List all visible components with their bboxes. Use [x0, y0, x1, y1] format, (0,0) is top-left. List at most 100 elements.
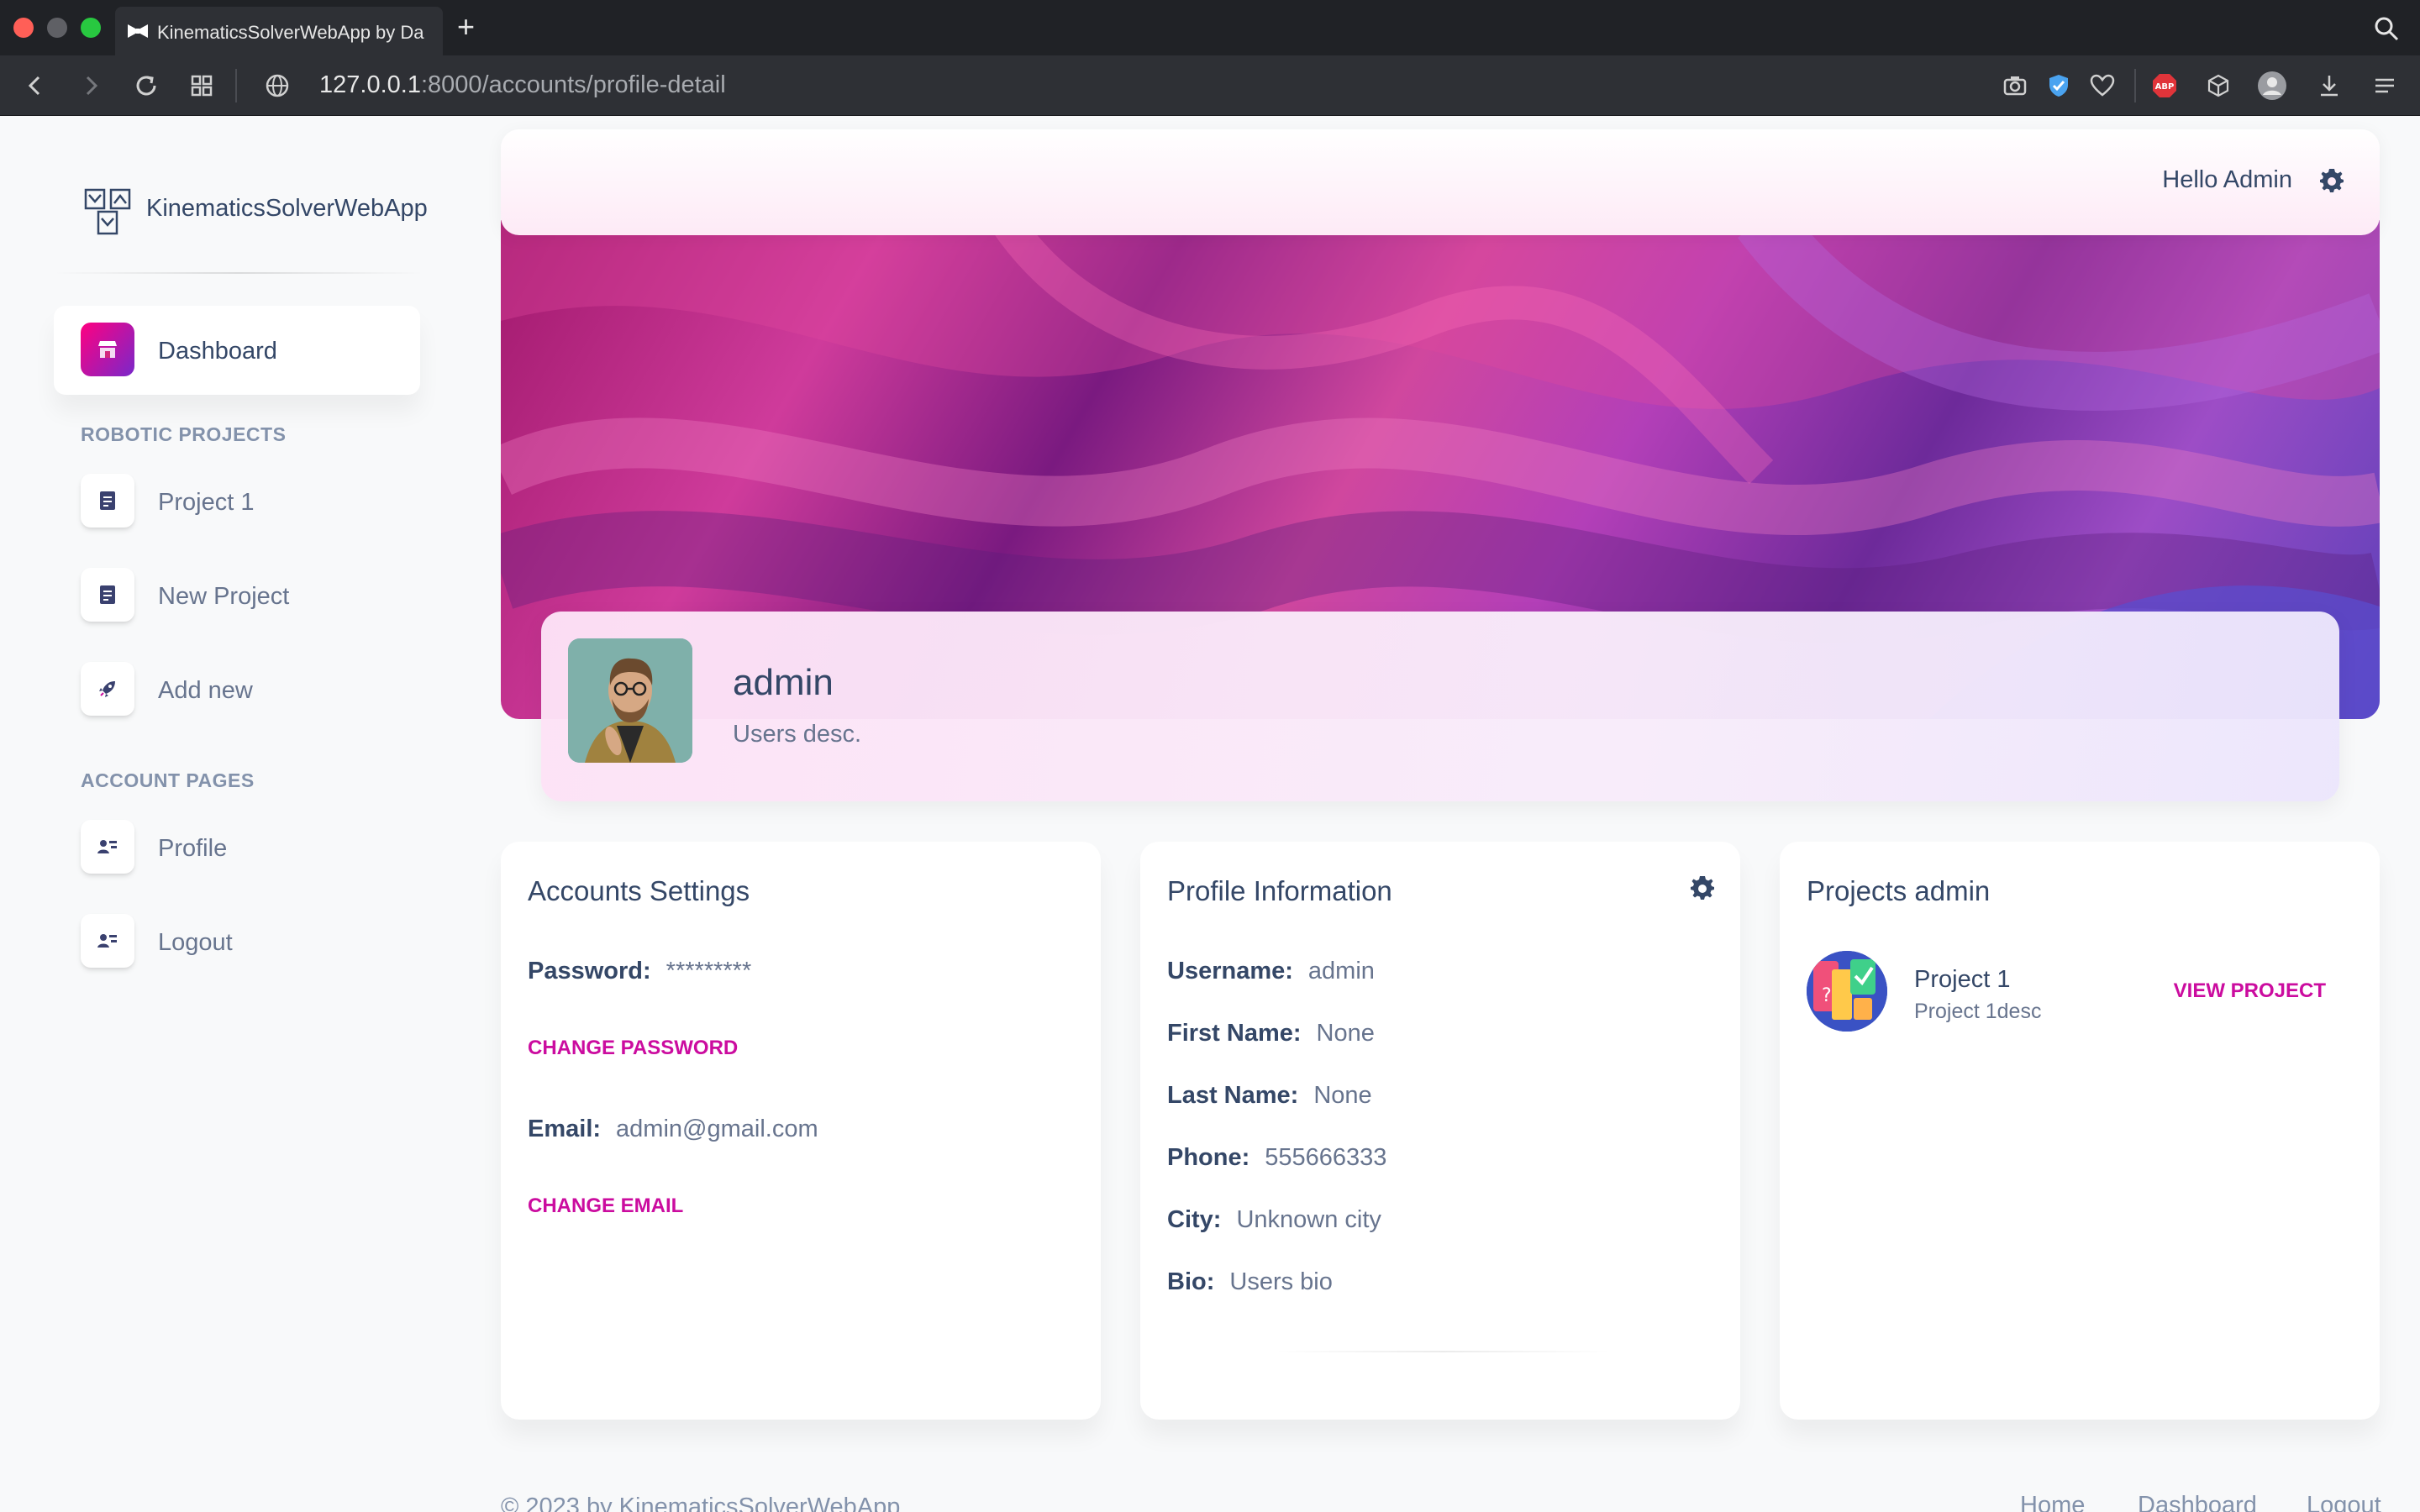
- new-tab-button[interactable]: +: [457, 12, 475, 42]
- info-value: 555666333: [1265, 1144, 1387, 1171]
- heart-icon[interactable]: [2089, 72, 2116, 99]
- profile-name: admin: [733, 662, 834, 703]
- info-label: Bio:: [1167, 1268, 1215, 1295]
- profile-information-card: Profile Information Username: admin First…: [1140, 842, 1740, 1420]
- accounts-settings-card: Accounts Settings Password: ********* CHA…: [501, 842, 1101, 1420]
- maximize-window-button[interactable]: [81, 18, 101, 38]
- sidebar-item-project-1[interactable]: Project 1: [54, 467, 420, 534]
- sidebar-item-dashboard[interactable]: Dashboard: [54, 306, 420, 395]
- tabs-grid-icon[interactable]: [188, 72, 215, 99]
- card-title: Accounts Settings: [528, 875, 750, 906]
- info-label: Last Name:: [1167, 1082, 1299, 1109]
- gear-icon[interactable]: [2319, 168, 2344, 193]
- sidebar: KinematicsSolverWebApp Dashboard ROBOTIC…: [50, 116, 437, 1512]
- globe-icon[interactable]: [264, 72, 291, 99]
- section-heading-robotic-projects: ROBOTIC PROJECTS: [81, 423, 287, 445]
- tab-title: KinematicsSolverWebApp by Da: [157, 22, 424, 43]
- bowtie-icon: [128, 24, 148, 38]
- sidebar-item-label: Profile: [158, 835, 228, 862]
- password-label: Password:: [528, 958, 651, 984]
- user-card-icon: [81, 820, 134, 874]
- view-project-button[interactable]: VIEW PROJECT: [2174, 979, 2326, 1003]
- download-icon[interactable]: [2316, 72, 2343, 99]
- greeting[interactable]: Hello Admin: [2162, 166, 2292, 194]
- toolbar-divider: [2134, 69, 2136, 102]
- project-name: Project 1: [1914, 966, 2011, 993]
- close-window-button[interactable]: [13, 18, 34, 38]
- minimize-window-button[interactable]: [47, 18, 67, 38]
- url-host: 127.0.0.1: [319, 71, 421, 98]
- footer-link-home[interactable]: Home: [2020, 1492, 2085, 1512]
- forward-icon[interactable]: [77, 72, 104, 99]
- card-title: Profile Information: [1167, 875, 1392, 906]
- document-icon: [81, 568, 134, 622]
- sidebar-divider: [54, 272, 424, 274]
- info-row-username: Username: admin: [1167, 958, 1375, 985]
- sidebar-item-add-new[interactable]: Add new: [54, 655, 420, 722]
- browser-tab-bar: KinematicsSolverWebApp by Da +: [0, 0, 2420, 55]
- info-label: First Name:: [1167, 1020, 1302, 1047]
- shield-check-icon[interactable]: [2045, 72, 2072, 99]
- address-bar[interactable]: 127.0.0.1:8000/accounts/profile-detail: [319, 71, 726, 99]
- info-row-first-name: First Name: None: [1167, 1020, 1375, 1047]
- rocket-icon: [81, 662, 134, 716]
- svg-text:?: ?: [1822, 985, 1832, 1006]
- project-list-item: ? Project 1 Project 1desc VIEW PROJECT: [1780, 842, 2380, 1060]
- user-card-icon: [81, 914, 134, 968]
- email-value: admin@gmail.com: [616, 1116, 818, 1142]
- info-label: City:: [1167, 1206, 1222, 1233]
- toolbar-divider: [235, 69, 237, 102]
- info-row-bio: Bio: Users bio: [1167, 1268, 1333, 1296]
- sidebar-item-label: Logout: [158, 929, 233, 956]
- profile-header-card: admin Users desc.: [541, 612, 2339, 801]
- change-password-link[interactable]: CHANGE PASSWORD: [528, 1037, 738, 1060]
- project-thumbnail[interactable]: ?: [1807, 951, 1887, 1032]
- info-value: Users bio: [1229, 1268, 1333, 1295]
- browser-navbar: 127.0.0.1:8000/accounts/profile-detail A…: [0, 55, 2420, 116]
- camera-icon[interactable]: [2002, 72, 2028, 99]
- info-row-city: City: Unknown city: [1167, 1206, 1381, 1234]
- brand-name[interactable]: KinematicsSolverWebApp: [146, 195, 428, 223]
- info-value: None: [1313, 1082, 1372, 1109]
- shop-icon: [81, 323, 134, 376]
- avatar[interactable]: [568, 638, 692, 763]
- sidebar-item-label: New Project: [158, 583, 290, 610]
- email-label: Email:: [528, 1116, 602, 1142]
- top-navbar: Hello Admin: [501, 129, 2380, 235]
- gear-icon[interactable]: [1690, 875, 1715, 900]
- password-row: Password: *********: [528, 958, 751, 985]
- search-icon[interactable]: [2373, 15, 2400, 42]
- card-divider: [1275, 1351, 1611, 1352]
- projects-card: Projects admin ? Project 1 Project 1desc…: [1780, 842, 2380, 1420]
- reload-icon[interactable]: [133, 72, 160, 99]
- footer-link-logout[interactable]: Logout: [2307, 1492, 2381, 1512]
- back-icon[interactable]: [22, 72, 49, 99]
- browser-tab[interactable]: KinematicsSolverWebApp by Da: [115, 7, 443, 55]
- info-value: Unknown city: [1236, 1206, 1381, 1233]
- password-value: *********: [666, 958, 752, 984]
- footer-copyright: © 2023 by KinematicsSolverWebApp: [501, 1494, 901, 1512]
- sidebar-item-logout[interactable]: Logout: [54, 907, 420, 974]
- adblock-icon[interactable]: ABP: [2151, 72, 2178, 99]
- cube-icon[interactable]: [2205, 72, 2232, 99]
- profile-description: Users desc.: [733, 721, 862, 748]
- change-email-link[interactable]: CHANGE EMAIL: [528, 1194, 683, 1218]
- sidebar-item-new-project[interactable]: New Project: [54, 561, 420, 628]
- info-value: None: [1316, 1020, 1375, 1047]
- info-row-last-name: Last Name: None: [1167, 1082, 1372, 1110]
- info-label: Phone:: [1167, 1144, 1250, 1171]
- footer-link-dashboard[interactable]: Dashboard: [2138, 1492, 2257, 1512]
- url-path: :8000/accounts/profile-detail: [420, 71, 726, 98]
- sidebar-item-profile[interactable]: Profile: [54, 813, 420, 880]
- sidebar-item-label: Dashboard: [158, 338, 277, 365]
- sidebar-item-label: Add new: [158, 677, 253, 704]
- sidebar-item-label: Project 1: [158, 489, 255, 516]
- info-row-phone: Phone: 555666333: [1167, 1144, 1386, 1172]
- email-row: Email: admin@gmail.com: [528, 1116, 818, 1143]
- info-value: admin: [1307, 958, 1375, 984]
- app-logo-icon[interactable]: [82, 186, 133, 237]
- account-icon[interactable]: [2257, 71, 2287, 101]
- section-heading-account-pages: ACCOUNT PAGES: [81, 769, 255, 791]
- menu-icon[interactable]: [2371, 72, 2398, 99]
- info-label: Username:: [1167, 958, 1293, 984]
